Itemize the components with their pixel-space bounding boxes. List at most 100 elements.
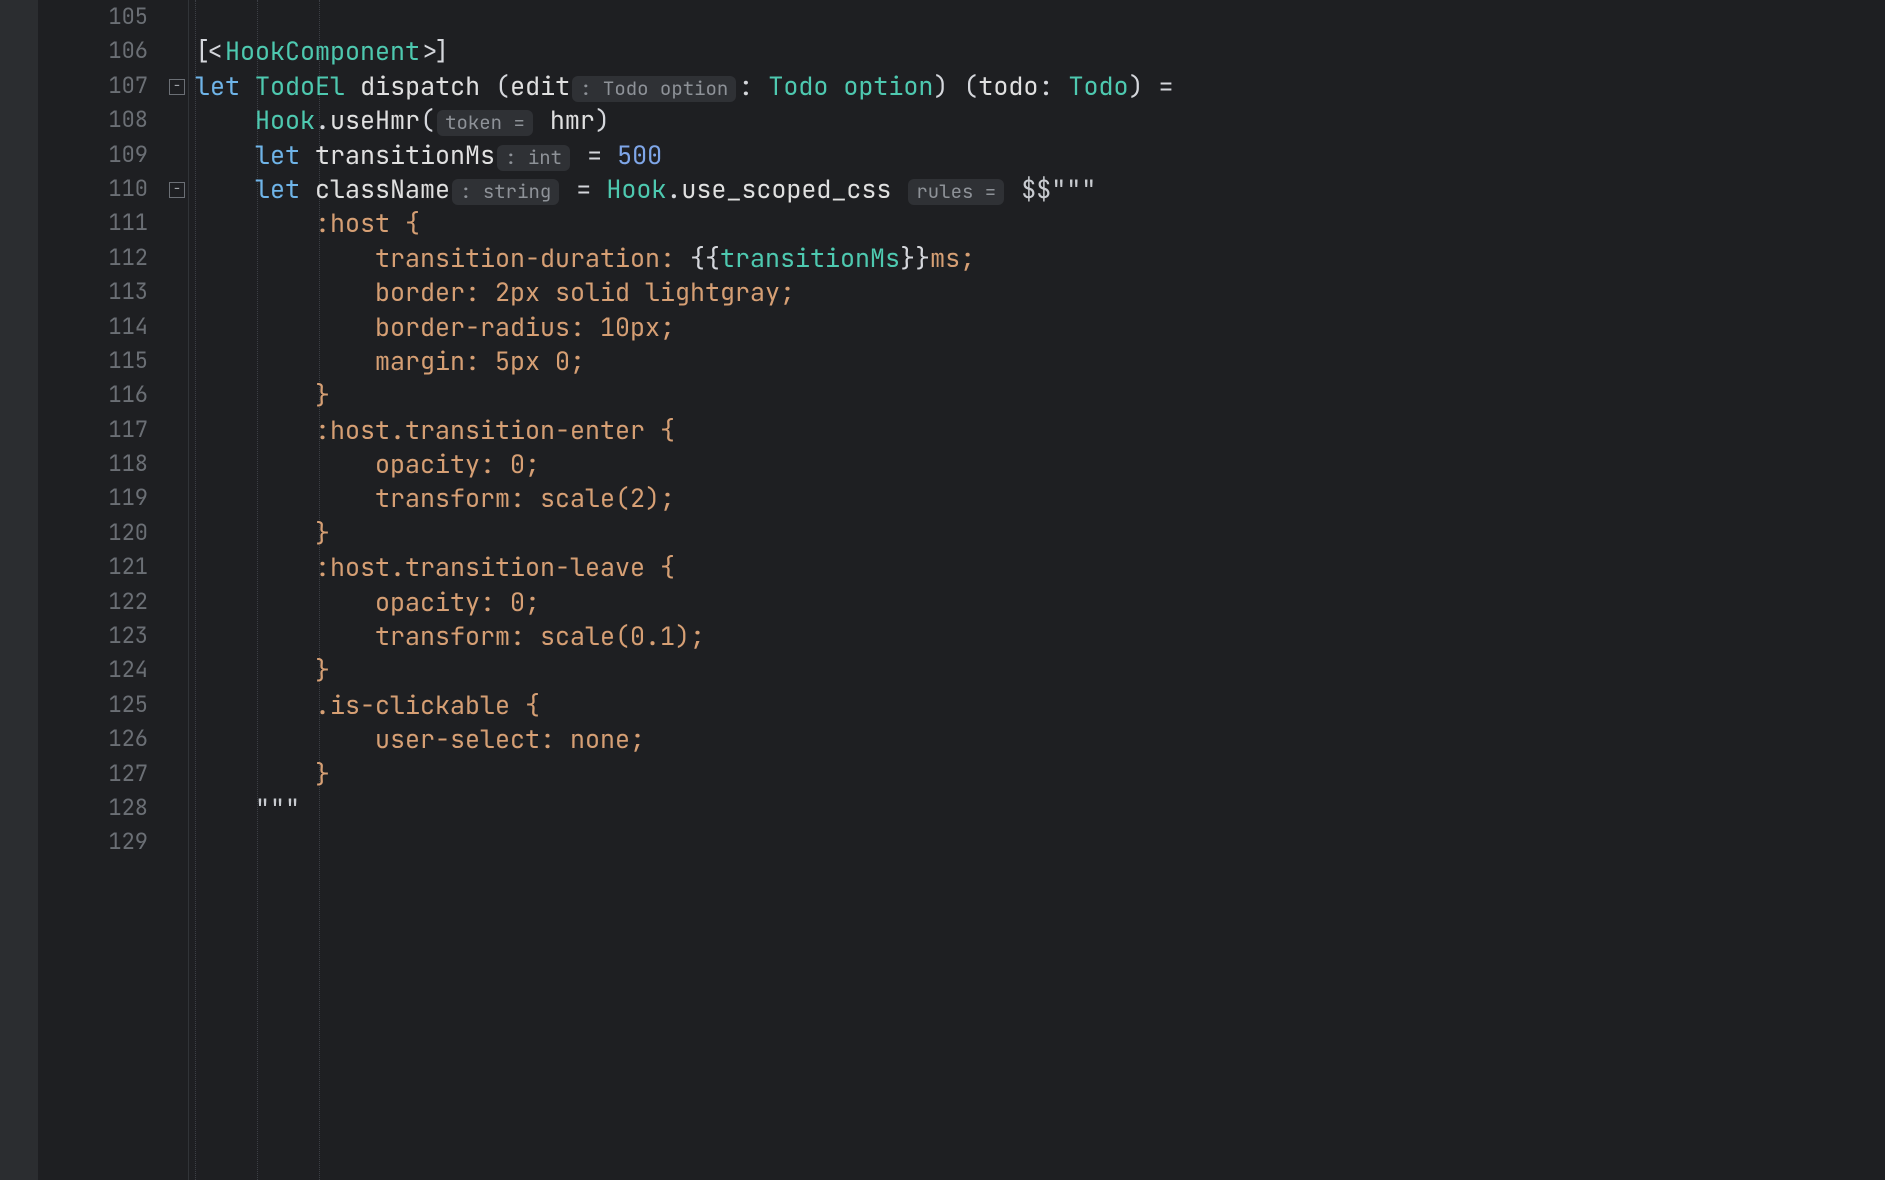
line-number: 126 [38, 722, 148, 756]
inline-type-hint: : string [452, 179, 559, 205]
identifier: dispatch [360, 69, 480, 103]
keyword-let: let [255, 172, 300, 206]
code-line[interactable]: border: 2px solid lightgray; [195, 275, 1885, 309]
identifier: TodoEl [255, 69, 345, 103]
interp-close: }} [900, 241, 930, 275]
code-line[interactable]: transform: scale(0.1); [195, 619, 1885, 653]
css-text: ms; [930, 241, 975, 275]
css-text: border: 2px solid lightgray; [375, 275, 795, 309]
code-line[interactable]: margin: 5px 0; [195, 344, 1885, 378]
fold-gutter: - - [166, 0, 189, 1180]
punct: : [738, 69, 753, 103]
code-line[interactable]: :host.transition-leave { [195, 550, 1885, 584]
code-line[interactable]: .is-clickable { [195, 688, 1885, 722]
keyword-let: let [255, 138, 300, 172]
line-number: 125 [38, 688, 148, 722]
line-number: 124 [38, 653, 148, 687]
string-open: """ [1051, 172, 1096, 206]
code-line[interactable]: } [195, 516, 1885, 550]
code-line[interactable]: :host { [195, 206, 1885, 240]
identifier: edit [510, 69, 570, 103]
code-line[interactable] [195, 825, 1885, 859]
attribute-name: HookComponent [225, 34, 420, 68]
code-line[interactable]: transition-duration: {{transitionMs}}ms; [195, 241, 1885, 275]
code-line[interactable]: """ [195, 791, 1885, 825]
line-number: 117 [38, 413, 148, 447]
interpolation-prefix: $$ [1021, 172, 1051, 206]
line-number: 116 [38, 378, 148, 412]
fold-toggle-icon[interactable]: - [169, 79, 185, 95]
css-text: transform: scale(2); [375, 481, 675, 515]
css-text: :host.transition-enter { [315, 413, 675, 447]
line-number: 106 [38, 34, 148, 68]
css-text: transform: scale(0.1); [375, 619, 705, 653]
code-line[interactable]: transform: scale(2); [195, 481, 1885, 515]
line-number: 119 [38, 481, 148, 515]
line-number: 118 [38, 447, 148, 481]
inline-param-hint: token = [437, 110, 533, 136]
line-number: 107 [38, 69, 148, 103]
function-call: useHmr [330, 103, 420, 137]
css-text: user-select: none; [375, 722, 645, 756]
equals: = [576, 172, 591, 206]
equals: = [1158, 69, 1173, 103]
code-line[interactable]: Hook.useHmr(token = hmr) [195, 103, 1885, 137]
code-line[interactable]: } [195, 378, 1885, 412]
keyword-let: let [195, 69, 240, 103]
string-close: """ [255, 791, 300, 825]
css-text: } [315, 516, 330, 550]
css-text: } [315, 653, 330, 687]
css-text: transition-duration: [375, 241, 690, 275]
line-number: 120 [38, 516, 148, 550]
css-text: } [315, 378, 330, 412]
line-number: 110 [38, 172, 148, 206]
line-number: 129 [38, 825, 148, 859]
code-line[interactable]: :host.transition-enter { [195, 413, 1885, 447]
code-line[interactable]: } [195, 653, 1885, 687]
code-line[interactable]: let className: string = Hook.use_scoped_… [195, 172, 1885, 206]
code-line[interactable]: [<HookComponent>] [195, 34, 1885, 68]
identifier: transitionMs [315, 138, 495, 172]
inline-type-hint: : int [497, 145, 570, 171]
line-number: 114 [38, 310, 148, 344]
code-line[interactable]: opacity: 0; [195, 585, 1885, 619]
css-text: opacity: 0; [375, 585, 540, 619]
css-text: .is-clickable { [315, 688, 540, 722]
css-text: margin: 5px 0; [375, 344, 585, 378]
line-number: 127 [38, 757, 148, 791]
number-literal: 500 [617, 138, 662, 172]
line-number: 121 [38, 550, 148, 584]
punct: ) [933, 69, 948, 103]
code-line[interactable] [195, 0, 1885, 34]
identifier: className [315, 172, 450, 206]
line-number: 105 [38, 0, 148, 34]
module: Hook [255, 103, 315, 137]
line-number: 115 [38, 344, 148, 378]
line-number: 113 [38, 275, 148, 309]
code-line[interactable]: border-radius: 10px; [195, 310, 1885, 344]
fold-toggle-icon[interactable]: - [169, 182, 185, 198]
css-text: :host { [315, 206, 420, 240]
type: Todo option [768, 69, 933, 103]
code-line[interactable]: opacity: 0; [195, 447, 1885, 481]
line-number: 123 [38, 619, 148, 653]
code-line[interactable]: user-select: none; [195, 722, 1885, 756]
code-line[interactable]: let transitionMs: int = 500 [195, 138, 1885, 172]
line-number-gutter: 105 106 107 108 109 110 111 112 113 114 … [38, 0, 166, 1180]
code-line[interactable]: } [195, 757, 1885, 791]
line-number: 111 [38, 206, 148, 240]
css-text: opacity: 0; [375, 447, 540, 481]
code-line[interactable]: let TodoEl dispatch (edit: Todo option: … [195, 69, 1885, 103]
code-area[interactable]: [<HookComponent>] let TodoEl dispatch (e… [189, 0, 1885, 1180]
css-text: } [315, 757, 330, 791]
type: Todo [1068, 69, 1128, 103]
identifier: todo [978, 69, 1038, 103]
css-text: :host.transition-leave { [315, 550, 675, 584]
line-number: 122 [38, 585, 148, 619]
css-text: border-radius: 10px; [375, 310, 675, 344]
left-margin [0, 0, 38, 1180]
function-call: use_scoped_css [681, 172, 891, 206]
inline-type-hint: : Todo option [572, 76, 736, 102]
module: Hook [606, 172, 666, 206]
line-number: 109 [38, 138, 148, 172]
